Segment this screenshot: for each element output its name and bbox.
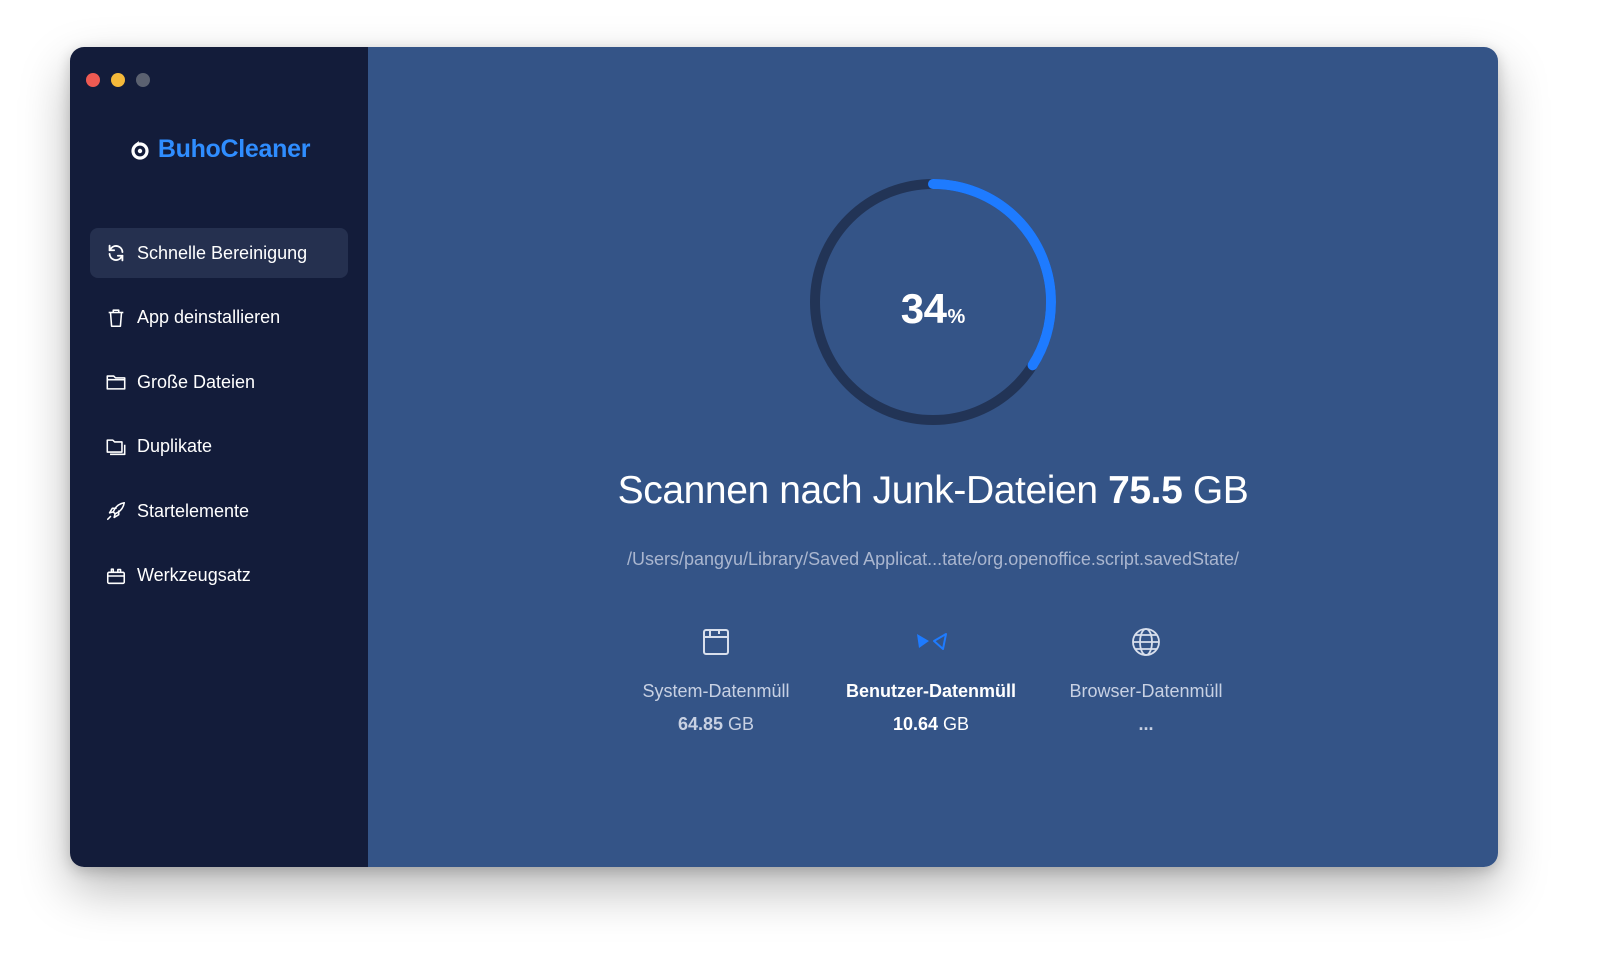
globe-icon	[1132, 628, 1160, 656]
refresh-icon	[108, 244, 124, 262]
sidebar-item-duplicates[interactable]: Duplikate	[90, 422, 348, 472]
duplicate-folder-icon	[106, 438, 126, 455]
category-size-value: ...	[1138, 714, 1154, 734]
sidebar-item-label: App deinstallieren	[137, 307, 281, 327]
sidebar-item-label: Startelemente	[137, 500, 250, 521]
app-name: BuhoCleaner	[157, 135, 311, 163]
scan-headline-text: Scannen nach Junk-Dateien	[617, 469, 1098, 512]
zoom-button[interactable]	[136, 73, 150, 87]
category-size: 10.64 GB	[821, 714, 1041, 735]
folder-icon	[106, 375, 126, 390]
sidebar-nav: Schnelle Bereinigung App deinstallieren …	[90, 228, 348, 615]
current-scan-path: /Users/pangyu/Library/Saved Applicat...t…	[626, 549, 1240, 569]
close-button[interactable]	[86, 73, 100, 87]
category-size-value: 64.85	[677, 714, 723, 734]
category-label: Benutzer-Datenmüll	[845, 681, 1016, 701]
sidebar-item-quick-clean[interactable]: Schnelle Bereinigung	[90, 228, 348, 278]
app-logo: BuhoCleaner	[70, 135, 368, 164]
progress-percent: 34 %	[808, 177, 1058, 427]
category-label: Browser-Datenmüll	[1069, 681, 1223, 701]
toolbox-icon	[106, 567, 126, 584]
category-size-value: 10.64	[892, 714, 938, 734]
category-system-junk: System-Datenmüll 64.85 GB	[606, 625, 826, 735]
progress-value: 34	[900, 285, 947, 332]
sidebar-item-label: Große Dateien	[137, 371, 256, 392]
sidebar-item-label: Schnelle Bereinigung	[137, 242, 308, 263]
category-user-junk: Benutzer-Datenmüll 10.64 GB	[821, 625, 1041, 735]
scan-total-unit: GB	[1192, 469, 1249, 512]
category-size-unit: GB	[943, 714, 970, 734]
rocket-icon	[106, 501, 126, 521]
buho-logo-icon	[131, 140, 149, 160]
category-size: 64.85 GB	[606, 714, 826, 735]
trash-icon	[108, 308, 124, 327]
main-panel: 34 % Scannen nach Junk-Dateien 75.5 GB /…	[368, 47, 1498, 867]
category-size: ...	[1036, 714, 1256, 735]
sidebar: BuhoCleaner Schnelle Bereinigung App dei…	[70, 47, 368, 867]
sidebar-item-startup[interactable]: Startelemente	[90, 486, 348, 536]
category-label: System-Datenmüll	[642, 681, 790, 701]
sidebar-item-uninstall[interactable]: App deinstallieren	[90, 293, 348, 343]
app-window: BuhoCleaner Schnelle Bereinigung App dei…	[70, 47, 1498, 867]
scan-headline: Scannen nach Junk-Dateien 75.5 GB	[368, 469, 1498, 513]
sidebar-item-label: Werkzeugsatz	[137, 565, 251, 585]
sidebar-item-toolkit[interactable]: Werkzeugsatz	[90, 551, 348, 601]
scanning-icon	[917, 633, 947, 650]
sidebar-item-large-files[interactable]: Große Dateien	[90, 357, 348, 407]
category-size-unit: GB	[728, 714, 755, 734]
sidebar-item-label: Duplikate	[137, 436, 213, 456]
disk-icon	[703, 629, 729, 655]
scan-total-size: 75.5	[1108, 469, 1183, 512]
progress-unit: %	[947, 306, 966, 328]
category-browser-junk: Browser-Datenmüll ...	[1036, 625, 1256, 735]
window-controls	[86, 73, 150, 87]
minimize-button[interactable]	[111, 73, 125, 87]
